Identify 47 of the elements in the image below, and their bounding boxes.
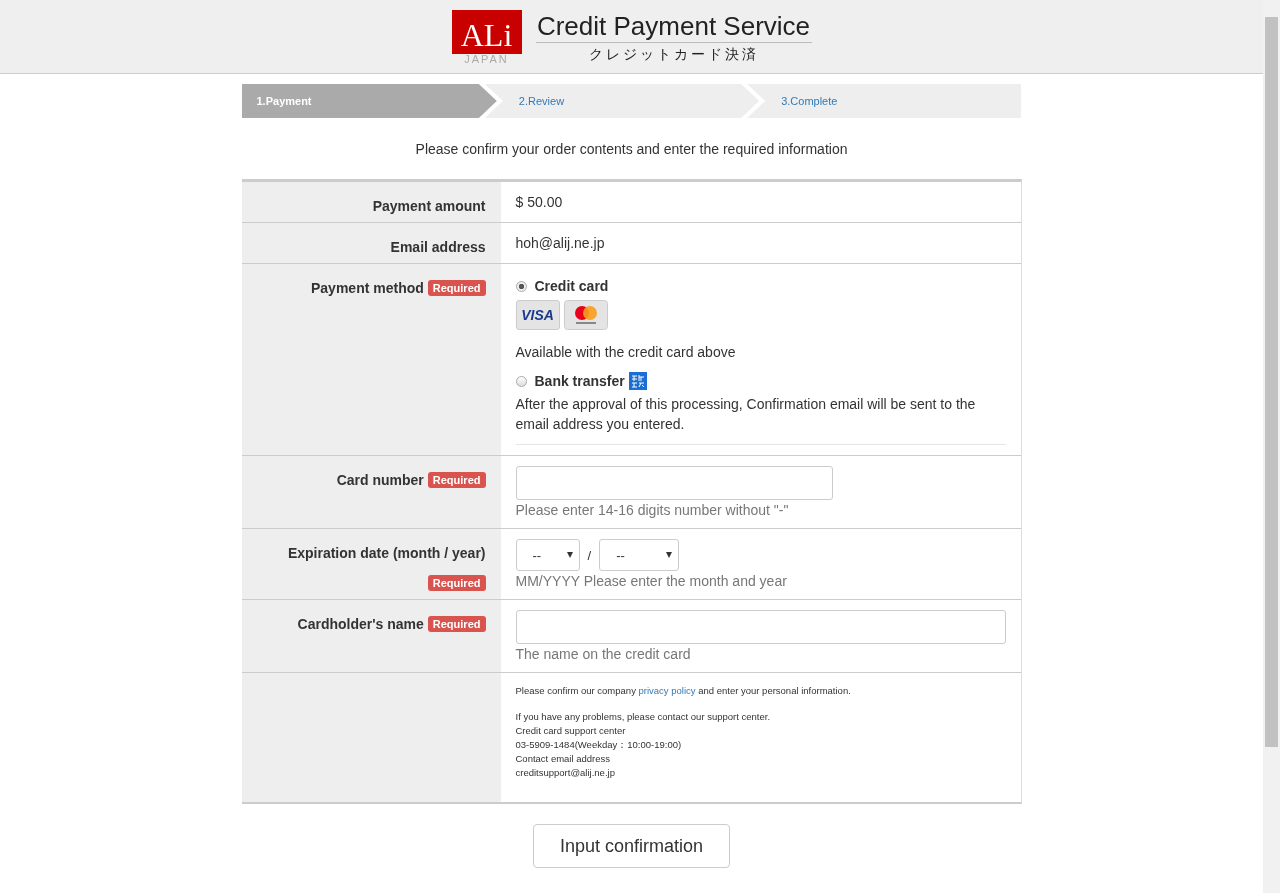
field-hint: MM/YYYY Please enter the month and year (515, 573, 787, 589)
progress-step: 2.Review (484, 84, 760, 118)
support-text: Contact email address (515, 752, 611, 766)
scrollbar-thumb[interactable] (1265, 17, 1278, 747)
option-note: After the approval of this processing, Confirmation email will be sent to the email address you entered. (515, 395, 977, 434)
progress-step: 1.Payment (241, 84, 497, 118)
support-text: If you have any problems, please contact our support center. (515, 710, 771, 724)
field-value: $ 50.00 (515, 194, 563, 210)
required-badge: Required (427, 280, 486, 296)
field-label: Payment method (311, 280, 424, 296)
support-text: Credit card support center (515, 724, 626, 738)
radio-button[interactable] (515, 280, 527, 292)
option-label: Bank transfer (534, 373, 625, 389)
field-label: Cardholder's name (297, 616, 424, 632)
required-badge: Required (427, 472, 486, 488)
field-hint: Please enter 14-16 digits number without "-" (515, 502, 789, 518)
site-title: Credit Payment Service (535, 10, 812, 43)
scrollbar[interactable] (1263, 0, 1280, 893)
progress-step: 3.Complete (747, 84, 1022, 118)
caret-icon (666, 552, 673, 558)
caret-icon (566, 552, 573, 558)
bank-icon (628, 372, 647, 390)
logo-subtext: JAPAN (464, 54, 509, 65)
required-badge: Required (427, 575, 486, 591)
visa-card-logo: VISA (515, 300, 560, 330)
field-value: hoh@alij.ne.jp (515, 235, 605, 251)
notice-text: Please confirm our company privacy policy and enter your personal information. (515, 685, 851, 696)
input-confirmation-button[interactable]: Input confirmation (533, 824, 730, 868)
field-label: Payment amount (372, 198, 486, 214)
field-label: Email address (390, 239, 486, 255)
logo-text: ALi (451, 10, 522, 54)
site-subtitle: クレジットカード決済 (588, 45, 759, 64)
required-badge: Required (427, 616, 486, 632)
year-select[interactable]: -- (599, 539, 680, 571)
option-note: Available with the credit card above (515, 343, 737, 362)
field-hint: The name on the credit card (515, 646, 691, 662)
support-text: creditsupport@alij.ne.jp (515, 766, 615, 780)
date-separator: / (587, 547, 592, 563)
privacy-policy-link[interactable]: privacy policy (638, 685, 696, 696)
support-text: 03-5909-1484(Weekday：10:00-19:00) (515, 738, 682, 752)
mastercard-logo (563, 300, 608, 330)
radio-button[interactable] (515, 375, 527, 387)
field-label: Card number (336, 472, 424, 488)
field-label: Expiration date (month / year) (287, 545, 486, 561)
month-select[interactable]: -- (515, 539, 580, 571)
intro-text: Please confirm your order contents and enter the required information (414, 141, 849, 157)
option-label: Credit card (534, 278, 609, 294)
